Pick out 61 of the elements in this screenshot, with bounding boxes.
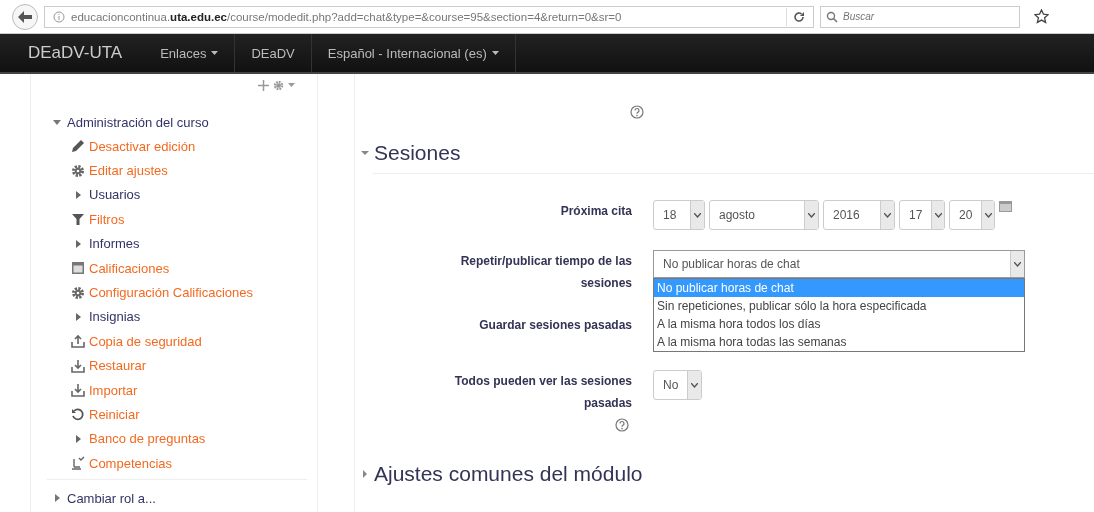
chevron-down-icon [984,212,992,218]
expand-icon[interactable] [52,493,62,504]
chevron-down-icon [1014,261,1021,267]
tree-item[interactable]: Cambiar rol a... [67,490,156,506]
search-icon [826,10,838,23]
tree-item[interactable]: Insignias [89,309,141,325]
field-label: Próxima cita [560,203,632,220]
nav-menu-item[interactable]: Enlaces [160,34,236,72]
tree-item[interactable]: Usuarios [89,187,141,203]
settings-icon[interactable] [273,79,284,91]
chevron-down-icon [694,212,701,218]
back-button[interactable] [12,3,38,30]
select-field[interactable]: agosto [709,200,819,230]
settings-icon [71,285,85,300]
address-bar[interactable]: educacioncontinua.uta.edu.ec/course/modedit.php?add=chat&type=&course=95&section=4&return=0&sr=0 [44,5,814,28]
select-field[interactable]: No [653,370,703,400]
select-field[interactable]: 17 [899,200,945,230]
dropdown-option[interactable]: Sin repeticiones, publicar sólo la hora especificada [654,297,1024,315]
select-field[interactable]: No publicar horas de chat [653,250,1025,278]
help-icon[interactable] [615,418,629,432]
caret-icon [288,83,295,87]
nav-menu-item[interactable]: Español - Internacional (es) [311,34,516,72]
help-icon[interactable] [630,105,644,119]
caret-icon [491,51,499,55]
pencil-icon [71,139,85,154]
checklist-icon [71,456,85,471]
tree-item[interactable]: Informes [89,236,140,252]
collapse-icon[interactable] [52,117,62,127]
download-icon [71,383,85,398]
star-icon[interactable] [1034,9,1049,24]
chevron-down-icon [691,382,699,388]
section-header[interactable]: Ajustes comunes del módulo [355,462,643,494]
calendar-icon[interactable] [999,200,1012,212]
section-header[interactable]: Sesiones [355,127,461,173]
select-field[interactable]: 2016 [823,200,895,230]
site-brand[interactable]: DEaDV-UTA [10,34,161,72]
select-field[interactable]: 18 [653,200,705,230]
chevron-down-icon [808,212,815,218]
chevron-down-icon [934,212,942,218]
download-icon [71,358,85,373]
settings-icon [71,163,85,178]
filter-icon [71,212,85,227]
reload-icon[interactable] [793,10,805,23]
nav-menu-item[interactable]: DEaDV [235,34,312,72]
move-icon[interactable] [258,79,269,91]
reset-icon [71,407,85,422]
table-icon [71,261,85,276]
caret-icon [211,51,219,55]
dropdown-option[interactable]: A la misma hora todas las semanas [654,333,1024,351]
field-label: Repetir/publicar tiempo de las sesiones [459,253,632,292]
field-label: Todos pueden ver las sesiones pasadas [453,373,632,412]
upload-icon [71,334,85,349]
info-icon [53,10,65,23]
select-field[interactable]: 20 [949,200,995,230]
chevron-down-icon [884,212,891,218]
back-arrow-icon [18,10,32,23]
tree-item[interactable]: Administración del curso [67,114,209,130]
field-label: Guardar sesiones pasadas [479,317,632,334]
url-text: educacioncontinua.uta.edu.ec/course/modedit.php?add=chat&type=&course=95&section=4&return=0&sr=0 [71,10,623,23]
search-field[interactable]: Buscar [820,5,1020,28]
dropdown-option[interactable]: A la misma hora todos los días [654,315,1024,333]
